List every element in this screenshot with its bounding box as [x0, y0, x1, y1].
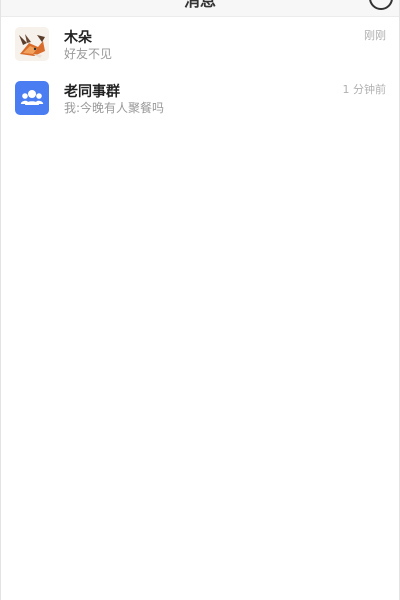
message-screen: 消息 木朵 好友不见 刚刚 老同事群 我:今晚有人聚餐吗 1 分钟前 [0, 0, 400, 600]
conversation-preview: 好友不见 [64, 47, 113, 61]
page-title: 消息 [183, 0, 216, 10]
conversation-item-mu-duo[interactable]: 木朵 好友不见 刚刚 [1, 17, 399, 71]
conversation-time: 刚刚 [364, 29, 386, 42]
conversation-preview: 我:今晚有人聚餐吗 [64, 101, 165, 115]
conversation-list: 木朵 好友不见 刚刚 老同事群 我:今晚有人聚餐吗 1 分钟前 [1, 17, 399, 125]
group-icon [20, 90, 44, 105]
group-avatar [15, 81, 49, 115]
fox-avatar [15, 27, 49, 61]
conversation-name: 老同事群 [64, 84, 120, 100]
fox-avatar-icon [15, 27, 49, 61]
top-bar: 消息 [1, 0, 399, 17]
conversation-item-old-colleagues[interactable]: 老同事群 我:今晚有人聚餐吗 1 分钟前 [1, 71, 399, 125]
conversation-time: 1 分钟前 [342, 83, 387, 96]
conversation-name: 木朵 [64, 30, 92, 46]
